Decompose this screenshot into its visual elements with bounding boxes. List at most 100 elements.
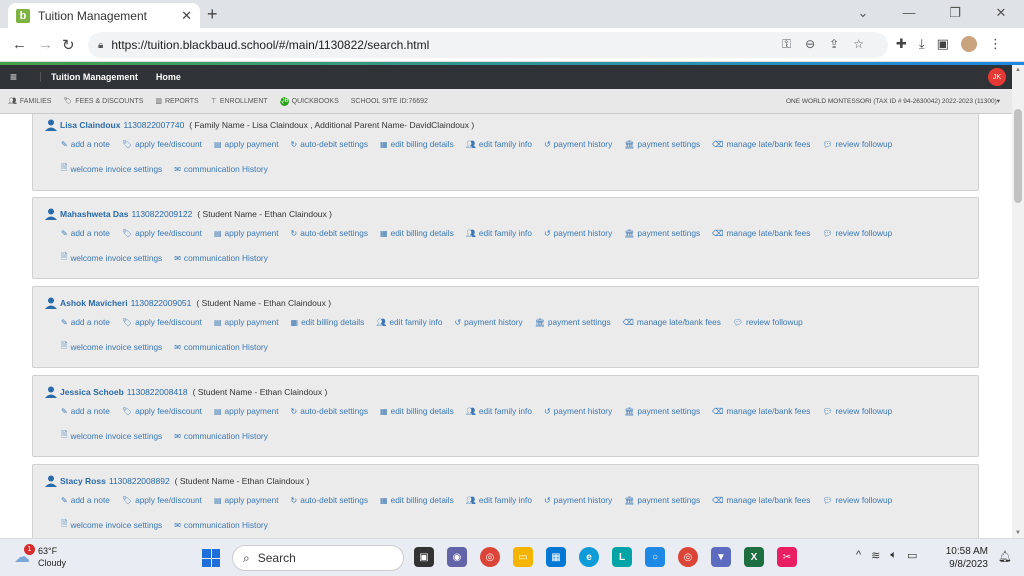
scroll-down-icon[interactable]: ▼ <box>1015 530 1021 536</box>
edit-family-link[interactable]: 👥︎ edit family info <box>466 139 532 149</box>
welcome-invoice-link[interactable]: 🗎︎ welcome invoice settings <box>61 340 162 354</box>
record-name[interactable]: Lisa Claindoux <box>60 120 120 130</box>
chevron-up-icon[interactable]: ^ <box>856 549 861 562</box>
apply-payment-link[interactable]: ▤ apply payment <box>214 228 279 238</box>
edit-billing-link[interactable]: ▦ edit billing details <box>291 317 365 327</box>
microsoft-store-icon[interactable]: ▦ <box>546 547 566 567</box>
key-icon[interactable]: ⚿ <box>782 37 805 51</box>
edge-icon[interactable]: e <box>579 547 599 567</box>
hamburger-menu-icon[interactable]: ≡ <box>10 70 32 84</box>
auto-debit-link[interactable]: ↻ auto-debit settings <box>291 139 369 149</box>
weather-widget[interactable]: ☁ 1 63°F Cloudy <box>14 544 66 569</box>
download-icon[interactable]: ⤓ <box>919 36 925 52</box>
task-view-icon[interactable]: ▣ <box>414 547 434 567</box>
apply-payment-link[interactable]: ▤ apply payment <box>214 139 279 149</box>
payment-settings-link[interactable]: 🏛︎ payment settings <box>624 139 700 149</box>
manage-late-fees-link[interactable]: ⌫ manage late/bank fees <box>623 317 721 327</box>
menu-kebab-icon[interactable]: ⋮ <box>989 36 1002 52</box>
payment-history-link[interactable]: ↺ payment history <box>544 139 612 149</box>
page-scrollbar[interactable]: ▲ ▼ <box>1012 65 1024 538</box>
apply-fee-link[interactable]: 🏷︎ apply fee/discount <box>122 317 202 327</box>
apply-fee-link[interactable]: 🏷︎ apply fee/discount <box>122 139 202 149</box>
payment-history-link[interactable]: ↺ payment history <box>544 495 612 505</box>
battery-icon[interactable]: ▭ <box>907 549 917 562</box>
edit-billing-link[interactable]: ▦ edit billing details <box>380 139 454 149</box>
apply-fee-link[interactable]: 🏷︎ apply fee/discount <box>122 495 202 505</box>
record-name[interactable]: Stacy Ross <box>60 476 106 486</box>
auto-debit-link[interactable]: ↻ auto-debit settings <box>291 495 369 505</box>
apply-payment-link[interactable]: ▤ apply payment <box>214 406 279 416</box>
record-id[interactable]: 1130822007740 <box>123 120 184 130</box>
manage-late-fees-link[interactable]: ⌫ manage late/bank fees <box>712 228 810 238</box>
manage-late-fees-link[interactable]: ⌫ manage late/bank fees <box>712 406 810 416</box>
edit-billing-link[interactable]: ▦ edit billing details <box>380 228 454 238</box>
record-id[interactable]: 1130822008418 <box>127 387 188 397</box>
chrome-profile-icon[interactable]: ◎ <box>678 547 698 567</box>
communication-history-link[interactable]: ✉︎ communication History <box>174 429 268 443</box>
windows-start-icon[interactable] <box>202 549 220 567</box>
auto-debit-link[interactable]: ↻ auto-debit settings <box>291 406 369 416</box>
browser-tab[interactable]: b Tuition Management ✕ <box>8 3 200 28</box>
add-note-link[interactable]: ✎ add a note <box>61 139 110 149</box>
edit-family-link[interactable]: 👥︎ edit family info <box>466 406 532 416</box>
l-app-icon[interactable]: L <box>612 547 632 567</box>
share-icon[interactable]: ⇪ <box>829 37 853 51</box>
excel-icon[interactable]: X <box>744 547 764 567</box>
extensions-puzzle-icon[interactable]: ✚ <box>896 36 907 52</box>
snipping-tool-icon[interactable]: ✂ <box>777 547 797 567</box>
zoom-icon[interactable]: ⊖ <box>805 37 829 51</box>
apply-fee-link[interactable]: 🏷︎ apply fee/discount <box>122 406 202 416</box>
chrome-icon[interactable]: ◎ <box>480 547 500 567</box>
edit-family-link[interactable]: 👥︎ edit family info <box>466 228 532 238</box>
review-followup-link[interactable]: 💬︎ review followup <box>822 139 892 149</box>
auto-debit-link[interactable]: ↻ auto-debit settings <box>291 228 369 238</box>
teams-chat-icon[interactable]: ◉ <box>447 547 467 567</box>
edit-family-link[interactable]: 👥︎ edit family info <box>466 495 532 505</box>
record-id[interactable]: 1130822009051 <box>131 298 192 308</box>
payment-settings-link[interactable]: 🏛︎ payment settings <box>624 406 700 416</box>
forward-arrow-icon[interactable]: → <box>38 36 53 53</box>
lock-icon[interactable]: 🔒︎ <box>98 40 103 51</box>
minimize-icon[interactable]: — <box>886 0 932 28</box>
volume-icon[interactable]: 🔈︎ <box>890 549 897 562</box>
profile-avatar[interactable] <box>960 36 977 52</box>
school-selector[interactable]: ONE WORLD MONTESSORI (TAX ID # 94-263004… <box>786 97 1000 105</box>
home-link[interactable]: Home <box>156 72 181 82</box>
blue-app-icon[interactable]: ○ <box>645 547 665 567</box>
nav-enrollment[interactable]: ⊤ ENROLLMENT <box>211 97 268 106</box>
payment-settings-link[interactable]: 🏛︎ payment settings <box>535 317 611 327</box>
payment-history-link[interactable]: ↺ payment history <box>544 406 612 416</box>
file-explorer-icon[interactable]: ▭ <box>513 547 533 567</box>
nav-quickbooks[interactable]: qb QUICKBOOKS <box>279 96 339 106</box>
chevron-down-icon[interactable]: ⌄ <box>840 0 886 28</box>
payment-settings-link[interactable]: 🏛︎ payment settings <box>624 228 700 238</box>
edit-billing-link[interactable]: ▦ edit billing details <box>380 406 454 416</box>
edit-family-link[interactable]: 👥︎ edit family info <box>376 317 442 327</box>
tab-close-icon[interactable]: ✕ <box>181 8 192 24</box>
shield-app-icon[interactable]: ▼ <box>711 547 731 567</box>
record-id[interactable]: 1130822008892 <box>109 476 170 486</box>
apply-payment-link[interactable]: ▤ apply payment <box>214 495 279 505</box>
manage-late-fees-link[interactable]: ⌫ manage late/bank fees <box>712 139 810 149</box>
add-note-link[interactable]: ✎ add a note <box>61 228 110 238</box>
notification-bell-icon[interactable]: 🔔︎ <box>998 550 1012 563</box>
scroll-up-icon[interactable]: ▲ <box>1015 67 1021 73</box>
welcome-invoice-link[interactable]: 🗎︎ welcome invoice settings <box>61 251 162 265</box>
nav-families[interactable]: 👥︎ FAMILIES <box>8 97 51 106</box>
record-name[interactable]: Ashok Mavicheri <box>60 298 128 308</box>
welcome-invoice-link[interactable]: 🗎︎ welcome invoice settings <box>61 429 162 443</box>
welcome-invoice-link[interactable]: 🗎︎ welcome invoice settings <box>61 162 162 176</box>
add-note-link[interactable]: ✎ add a note <box>61 406 110 416</box>
restore-icon[interactable]: ❐ <box>932 0 978 28</box>
apply-payment-link[interactable]: ▤ apply payment <box>214 317 279 327</box>
payment-history-link[interactable]: ↺ payment history <box>454 317 522 327</box>
wifi-icon[interactable]: ≋ <box>871 549 880 562</box>
record-name[interactable]: Jessica Schoeb <box>60 387 124 397</box>
system-clock[interactable]: 10:58 AM 9/8/2023 <box>944 545 988 571</box>
welcome-invoice-link[interactable]: 🗎︎ welcome invoice settings <box>61 518 162 532</box>
close-window-icon[interactable]: ✕ <box>978 0 1024 28</box>
new-tab-plus-icon[interactable]: + <box>207 4 218 25</box>
review-followup-link[interactable]: 💬︎ review followup <box>822 228 892 238</box>
taskbar-search[interactable]: ⌕ Search <box>232 545 404 571</box>
back-arrow-icon[interactable]: ← <box>12 36 27 53</box>
